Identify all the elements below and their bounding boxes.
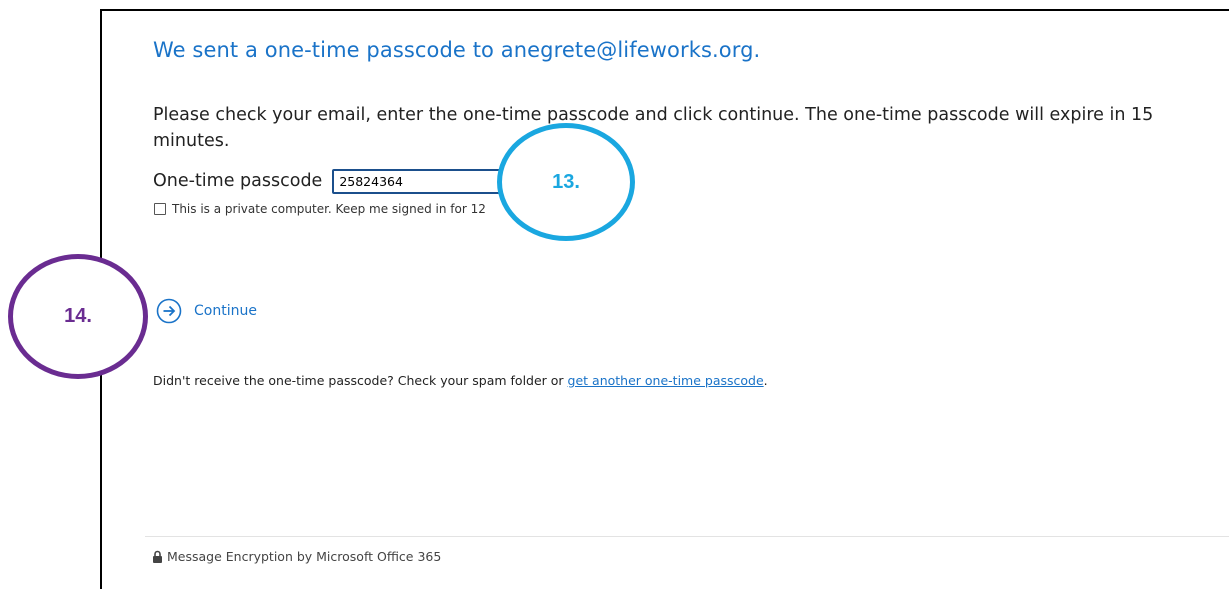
continue-button[interactable]: Continue xyxy=(156,298,257,324)
footer: Message Encryption by Microsoft Office 3… xyxy=(152,549,441,564)
resend-text: Didn't receive the one-time passcode? Ch… xyxy=(153,373,568,388)
footer-text: Message Encryption by Microsoft Office 3… xyxy=(167,549,442,564)
content-frame xyxy=(100,9,1229,589)
step-14-callout: 14. xyxy=(8,254,148,379)
keep-signed-in-checkbox[interactable] xyxy=(154,203,166,215)
passcode-label: One-time passcode xyxy=(153,171,323,191)
instructions-text: Please check your email, enter the one-t… xyxy=(153,105,1154,151)
step-13-callout: 13. xyxy=(497,123,635,241)
lock-icon xyxy=(153,550,162,563)
step-14-label: 14. xyxy=(64,305,92,327)
footer-divider xyxy=(145,536,1229,537)
passcode-input[interactable] xyxy=(332,168,503,194)
resend-suffix: . xyxy=(763,373,768,388)
get-another-passcode-link[interactable]: get another one-time passcode xyxy=(568,373,764,388)
step-13-label: 13. xyxy=(552,170,580,193)
passcode-row: One-time passcode xyxy=(153,168,503,194)
resend-message: Didn't receive the one-time passcode? Ch… xyxy=(153,373,768,388)
page-title: We sent a one-time passcode to anegrete@… xyxy=(153,38,761,62)
keep-signed-in-label: This is a private computer. Keep me sign… xyxy=(172,202,486,216)
continue-label[interactable]: Continue xyxy=(194,303,257,319)
keep-signed-in-row[interactable]: This is a private computer. Keep me sign… xyxy=(154,202,486,216)
arrow-right-circle-icon[interactable] xyxy=(156,298,182,324)
